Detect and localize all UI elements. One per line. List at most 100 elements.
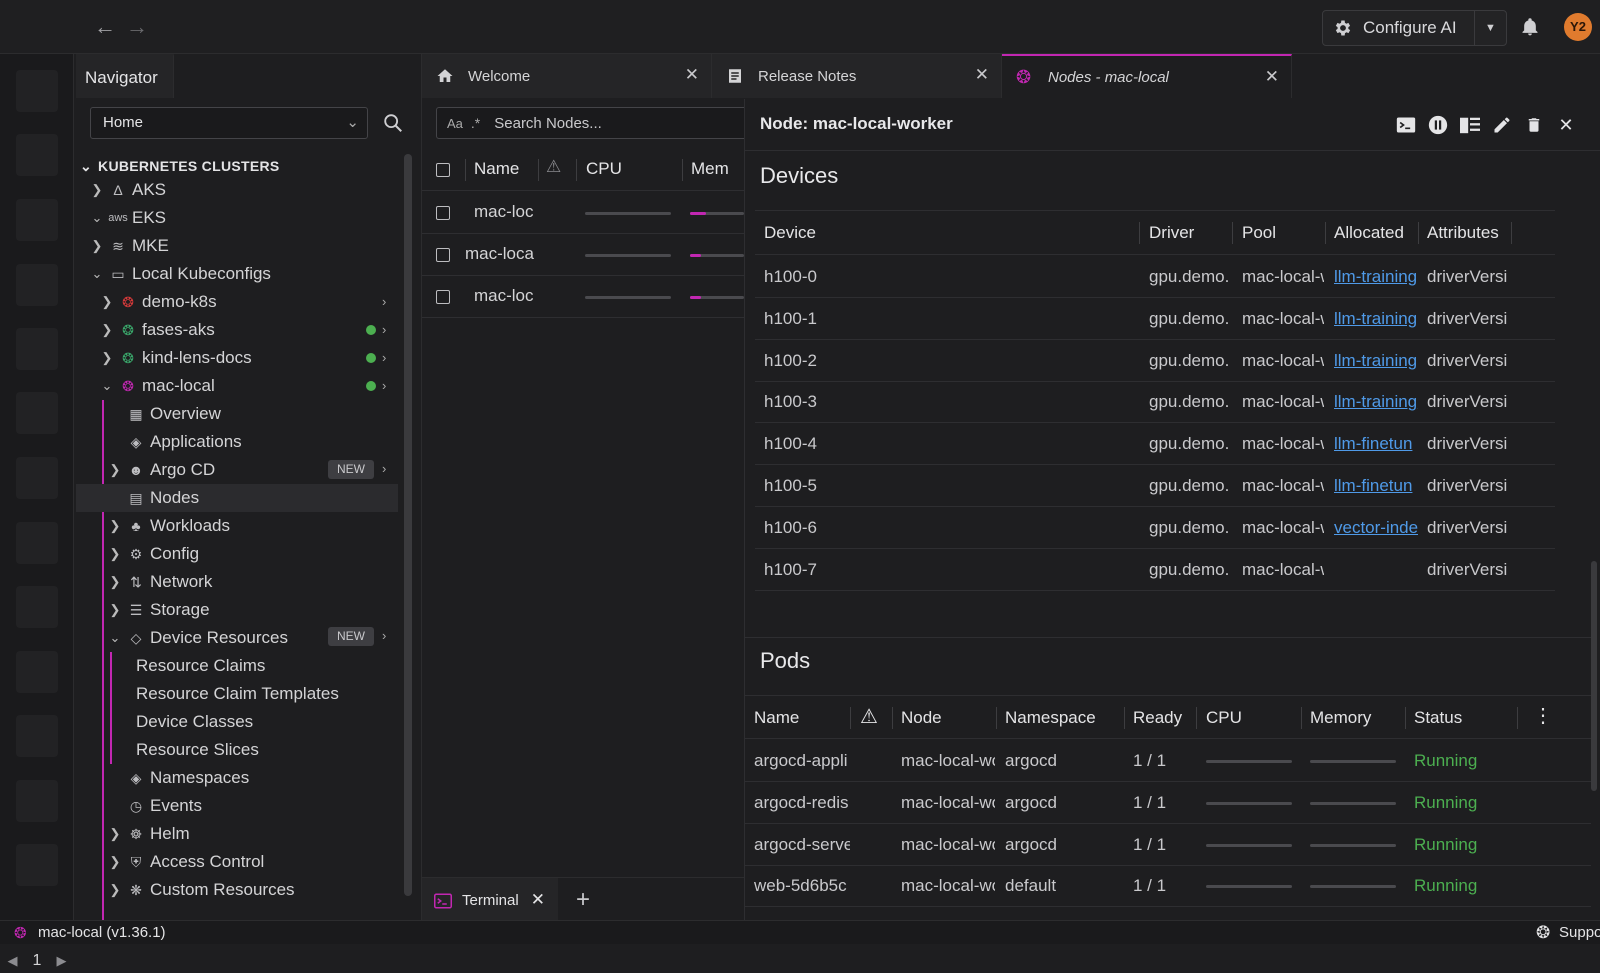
chevron-right-icon[interactable]: › bbox=[382, 378, 386, 393]
close-icon[interactable]: ✕ bbox=[531, 890, 545, 910]
device-row[interactable]: h100-4 gpu.demo. mac-local-w llm-finetun dri… bbox=[755, 423, 1555, 466]
navigator-scrollbar[interactable] bbox=[404, 154, 412, 896]
terminal-tab[interactable]: Terminal ✕ bbox=[422, 878, 558, 922]
tab-release-notes[interactable]: Release Notes ✕ bbox=[712, 54, 1002, 98]
node-row[interactable]: mac-loc bbox=[422, 192, 744, 234]
device-row[interactable]: h100-0 gpu.demo. mac-local-w llm-training dr… bbox=[755, 256, 1555, 298]
warning-icon[interactable]: ⚠ bbox=[860, 704, 878, 729]
tab-nodes-mac-local[interactable]: ❂ Nodes - mac-local ✕ bbox=[1002, 54, 1292, 98]
back-arrow-icon[interactable]: ← bbox=[92, 15, 118, 41]
device-allocated-link[interactable]: llm-training bbox=[1334, 298, 1418, 340]
search-icon[interactable] bbox=[382, 112, 404, 134]
column-name[interactable]: Name bbox=[754, 696, 799, 740]
menu-device-resources[interactable]: ⌄ ◇ Device Resources bbox=[108, 624, 288, 652]
device-row[interactable]: h100-5 gpu.demo. mac-local-w llm-finetun dri… bbox=[755, 465, 1555, 507]
chevron-right-icon[interactable]: › bbox=[382, 294, 386, 309]
menu-resource-slices[interactable]: Resource Slices bbox=[136, 736, 259, 764]
column-cpu[interactable]: CPU bbox=[586, 159, 622, 179]
row-checkbox[interactable] bbox=[436, 248, 450, 262]
hotbar-slot[interactable] bbox=[16, 844, 58, 886]
hotbar-slot[interactable] bbox=[16, 392, 58, 434]
device-row[interactable]: h100-3 gpu.demo. mac-local-w llm-training dr… bbox=[755, 381, 1555, 424]
menu-events[interactable]: ◷ Events bbox=[108, 792, 202, 820]
search-nodes-input[interactable]: Aa .* Search Nodes... bbox=[436, 107, 766, 139]
provider-eks[interactable]: ⌄ aws EKS bbox=[90, 204, 166, 232]
column-ready[interactable]: Ready bbox=[1133, 696, 1182, 740]
pod-row[interactable]: web-5d6b5c mac-local-wo default 1 / 1 Runnin… bbox=[745, 865, 1591, 908]
device-row[interactable]: h100-7 gpu.demo. mac-local-w driverVersi bbox=[755, 549, 1555, 591]
avatar[interactable]: Y2 bbox=[1564, 13, 1592, 41]
menu-device-classes[interactable]: Device Classes bbox=[136, 708, 253, 736]
navigator-tab[interactable]: Navigator bbox=[76, 54, 174, 98]
match-case-toggle[interactable]: Aa bbox=[447, 116, 463, 131]
menu-nodes[interactable]: ▤ Nodes bbox=[76, 484, 398, 512]
device-allocated-link[interactable] bbox=[1334, 549, 1418, 591]
device-allocated-link[interactable]: vector-inde bbox=[1334, 507, 1418, 549]
provider-mke[interactable]: ❯ ≋ MKE bbox=[90, 232, 169, 260]
chevron-right-icon[interactable]: › bbox=[382, 322, 386, 337]
device-allocated-link[interactable]: llm-training bbox=[1334, 381, 1418, 423]
node-row[interactable]: mac-loca bbox=[422, 234, 744, 276]
menu-resource-claims[interactable]: Resource Claims bbox=[136, 652, 265, 680]
menu-access-control[interactable]: ❯ ⛨ Access Control bbox=[108, 848, 265, 876]
support-link[interactable]: Support bbox=[1559, 924, 1600, 941]
menu-workloads[interactable]: ❯ ♣ Workloads bbox=[108, 512, 230, 540]
terminal-icon[interactable] bbox=[1393, 112, 1419, 138]
menu-network[interactable]: ❯ ⇅ Network bbox=[108, 568, 213, 596]
configure-ai-dropdown[interactable]: ▼ bbox=[1474, 11, 1506, 45]
menu-storage[interactable]: ❯ ☰ Storage bbox=[108, 596, 210, 624]
drain-icon[interactable] bbox=[1457, 112, 1483, 138]
clusters-section-header[interactable]: ⌄ KUBERNETES CLUSTERS bbox=[80, 154, 280, 178]
cluster-demo-k8s[interactable]: ❯ ❂ demo-k8s bbox=[100, 288, 217, 316]
cluster-kind-lens-docs[interactable]: ❯ ❂ kind-lens-docs bbox=[100, 344, 252, 372]
provider-aks[interactable]: ❯ Δ AKS bbox=[90, 176, 166, 204]
menu-overview[interactable]: ▦ Overview bbox=[108, 400, 220, 428]
chevron-right-icon[interactable]: › bbox=[382, 461, 386, 476]
cluster-mac-local[interactable]: ⌄ ❂ mac-local bbox=[100, 372, 215, 400]
menu-config[interactable]: ❯ ⚙ Config bbox=[108, 540, 200, 568]
provider-local-kubeconfigs[interactable]: ⌄ ▭ Local Kubeconfigs bbox=[90, 260, 271, 288]
hotbar-slot[interactable] bbox=[16, 328, 58, 370]
device-allocated-link[interactable]: llm-training bbox=[1334, 256, 1418, 298]
menu-applications[interactable]: ◈ Applications bbox=[108, 428, 242, 456]
device-allocated-link[interactable]: llm-finetun bbox=[1334, 465, 1418, 507]
close-icon[interactable]: ✕ bbox=[685, 65, 699, 85]
column-status[interactable]: Status bbox=[1414, 696, 1462, 740]
column-memory[interactable]: Memory bbox=[1310, 696, 1371, 740]
chevron-right-icon[interactable]: › bbox=[382, 628, 386, 643]
hotbar-slot[interactable] bbox=[16, 780, 58, 822]
hotbar-slot[interactable] bbox=[16, 651, 58, 693]
column-memory[interactable]: Mem bbox=[691, 159, 729, 179]
hotbar-slot[interactable] bbox=[16, 199, 58, 241]
hotbar-slot[interactable] bbox=[16, 457, 58, 499]
chevron-right-icon[interactable]: › bbox=[382, 350, 386, 365]
chevron-left-icon[interactable]: ◀ bbox=[8, 953, 18, 969]
device-row[interactable]: h100-2 gpu.demo. mac-local-w llm-training dr… bbox=[755, 340, 1555, 382]
drawer-scrollbar[interactable] bbox=[1591, 561, 1597, 791]
column-pool[interactable]: Pool bbox=[1242, 211, 1276, 255]
hotbar-slot[interactable] bbox=[16, 715, 58, 757]
regex-toggle[interactable]: .* bbox=[471, 115, 480, 131]
tab-welcome[interactable]: Welcome ✕ bbox=[422, 54, 712, 98]
column-name[interactable]: Name bbox=[474, 159, 519, 179]
menu-namespaces[interactable]: ◈ Namespaces bbox=[108, 764, 250, 792]
trash-icon[interactable] bbox=[1521, 112, 1547, 138]
hotbar-slot[interactable] bbox=[16, 522, 58, 564]
device-row[interactable]: h100-6 gpu.demo. mac-local-w vector-inde dri… bbox=[755, 507, 1555, 549]
add-terminal-icon[interactable]: + bbox=[576, 886, 590, 914]
hotbar-slot[interactable] bbox=[16, 264, 58, 306]
active-cluster-label[interactable]: mac-local (v1.36.1) bbox=[38, 924, 166, 941]
close-icon[interactable]: ✕ bbox=[1265, 67, 1279, 87]
column-allocated[interactable]: Allocated bbox=[1334, 211, 1404, 255]
select-all-checkbox[interactable] bbox=[436, 163, 450, 177]
warning-icon[interactable]: ⚠ bbox=[546, 157, 561, 177]
column-node[interactable]: Node bbox=[901, 696, 942, 740]
pencil-icon[interactable] bbox=[1489, 112, 1515, 138]
hotbar-slot[interactable] bbox=[16, 586, 58, 628]
menu-custom-resources[interactable]: ❯ ❋ Custom Resources bbox=[108, 876, 295, 904]
pod-row[interactable]: argocd-serve mac-local-wo argocd 1 / 1 Runni… bbox=[745, 824, 1591, 866]
column-cpu[interactable]: CPU bbox=[1206, 696, 1242, 740]
configure-ai-button[interactable]: Configure AI ▼ bbox=[1322, 10, 1507, 46]
pod-row[interactable]: argocd-redis mac-local-wo argocd 1 / 1 Runni… bbox=[745, 782, 1591, 824]
menu-resource-claim-templates[interactable]: Resource Claim Templates bbox=[136, 680, 339, 708]
